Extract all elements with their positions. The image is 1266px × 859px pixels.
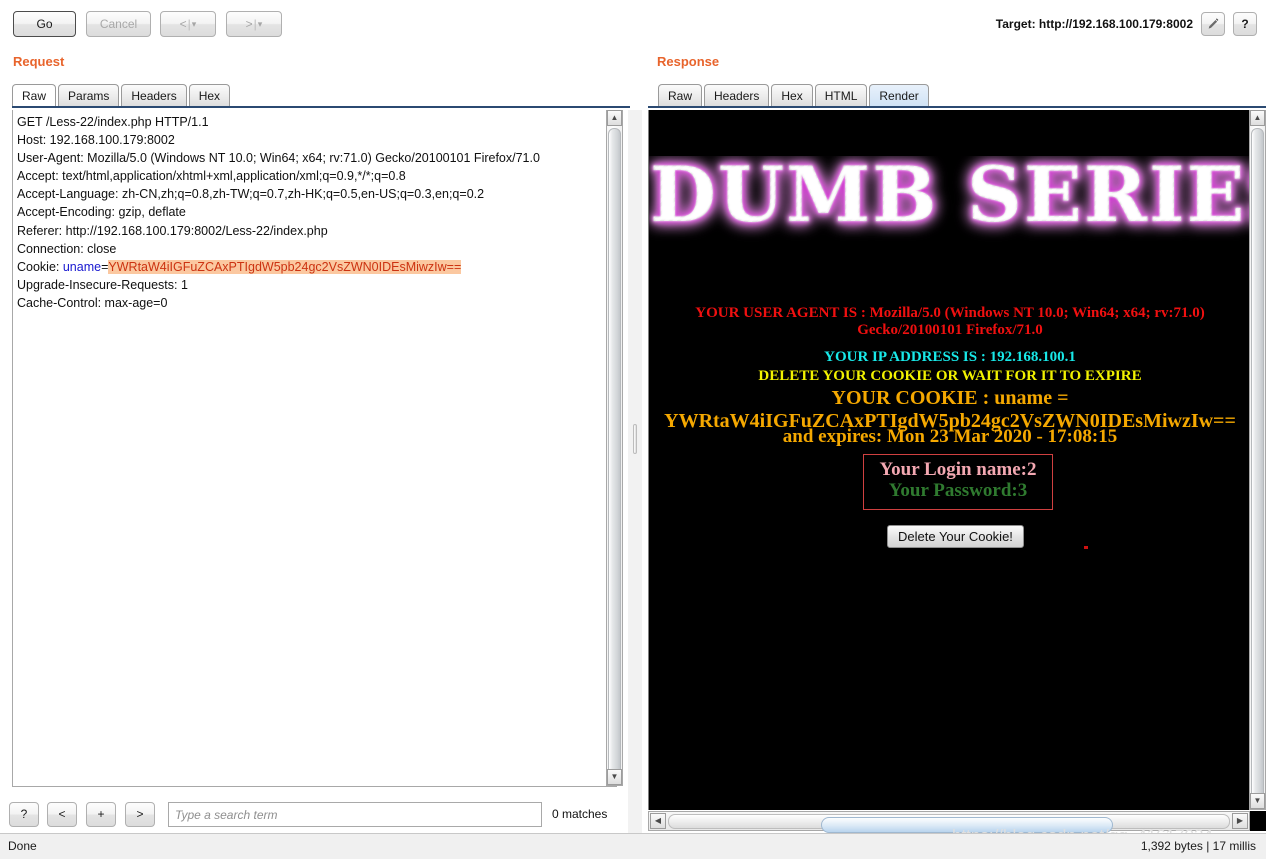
chevron-down-icon[interactable]: ▾ [258, 12, 263, 36]
request-tab-underline [12, 106, 630, 108]
request-raw-text: GET /Less-22/index.php HTTP/1.1 Host: 19… [17, 113, 616, 312]
cookie-param-name: uname [62, 259, 102, 274]
edit-target-button[interactable] [1201, 12, 1225, 36]
response-render-view[interactable]: DUMB SERIES YOUR USER AGENT IS : Mozilla… [648, 110, 1251, 810]
target-label: Target: http://192.168.100.179:8002 [995, 17, 1193, 31]
chevron-down-icon[interactable]: ▾ [192, 12, 197, 36]
status-bar: Done 1,392 bytes | 17 millis [0, 833, 1266, 859]
search-add-button[interactable]: + [86, 802, 116, 827]
tab-response-hex[interactable]: Hex [771, 84, 813, 107]
request-section-title: Request [13, 54, 65, 69]
go-button[interactable]: Go [13, 11, 76, 37]
forward-button[interactable]: >|▾ [226, 11, 282, 37]
dumb-series-banner: DUMB SERIES [649, 156, 1251, 244]
request-headers-post: Upgrade-Insecure-Requests: 1 Cache-Contr… [17, 277, 188, 310]
forward-arrow-icon: > [245, 17, 253, 31]
pane-splitter[interactable] [628, 110, 642, 850]
search-next-button[interactable]: > [125, 802, 155, 827]
response-size-text: 1,392 bytes | 17 millis [1140, 839, 1256, 853]
login-name-text: Your Login name:2 [879, 459, 1037, 480]
back-arrow-icon: < [179, 17, 187, 31]
cookie-expires-line: and expires: Mon 23 Mar 2020 - 17:08:15 [782, 426, 1118, 447]
login-password-text: Your Password:3 [888, 480, 1028, 502]
pencil-icon [1208, 18, 1218, 29]
tab-request-hex[interactable]: Hex [188, 84, 231, 107]
scroll-down-icon[interactable]: ▼ [607, 769, 622, 785]
scroll-left-icon[interactable]: ◀ [650, 813, 666, 829]
tab-request-raw[interactable]: Raw [12, 84, 57, 107]
cookie-param-value: YWRtaW4iIGFuZCAxPTIgdW5pb24gc2VsZWN0IDEs… [108, 259, 462, 274]
response-tab-underline [648, 106, 1266, 108]
response-scroll-thumb[interactable] [1251, 128, 1264, 806]
status-text: Done [8, 839, 37, 853]
delete-cookie-notice: DELETE YOUR COOKIE OR WAIT FOR IT TO EXP… [758, 368, 1142, 384]
response-scroll-down-icon[interactable]: ▼ [1250, 793, 1265, 809]
tab-request-params[interactable]: Params [58, 84, 120, 107]
tab-response-render[interactable]: Render [869, 84, 929, 107]
tab-response-raw[interactable]: Raw [658, 84, 703, 107]
search-input[interactable] [168, 802, 542, 827]
tab-response-headers[interactable]: Headers [704, 84, 770, 107]
response-tabs: Raw Headers Hex HTML Render [658, 84, 931, 108]
tab-response-html[interactable]: HTML [814, 84, 868, 107]
request-vertical-scrollbar[interactable]: ▲ ▼ [606, 110, 623, 786]
back-button[interactable]: <|▾ [160, 11, 216, 37]
request-tabs: Raw Params Headers Hex [12, 84, 232, 108]
scrollbar-corner [1250, 811, 1266, 831]
banner-text: DUMB SERIES [650, 156, 1251, 239]
scroll-up-icon[interactable]: ▲ [607, 110, 622, 126]
login-result-box: Your Login name:2 Your Password:3 [863, 454, 1053, 510]
cancel-button[interactable]: Cancel [86, 11, 151, 37]
search-help-button[interactable]: ? [9, 802, 39, 827]
user-agent-line: YOUR USER AGENT IS : Mozilla/5.0 (Window… [695, 305, 1205, 339]
ip-address-line: YOUR IP ADDRESS IS : 192.168.100.1 [824, 349, 1076, 365]
response-scroll-up-icon[interactable]: ▲ [1250, 110, 1265, 126]
request-headers-pre: GET /Less-22/index.php HTTP/1.1 Host: 19… [17, 115, 540, 274]
search-match-count: 0 matches [552, 807, 608, 821]
help-button[interactable]: ? [1233, 12, 1257, 36]
response-vertical-scrollbar[interactable]: ▲ ▼ [1249, 110, 1266, 810]
splitter-grip[interactable] [633, 424, 637, 454]
delete-your-cookie-button[interactable]: Delete Your Cookie! [887, 525, 1024, 548]
request-editor[interactable]: GET /Less-22/index.php HTTP/1.1 Host: 19… [12, 110, 617, 787]
top-toolbar: Go Cancel <|▾ >|▾ Target: http://192.168… [0, 0, 1266, 44]
red-dot-marker [1084, 546, 1088, 549]
search-prev-button[interactable]: < [47, 802, 77, 827]
response-section-title: Response [657, 54, 720, 69]
request-scroll-thumb[interactable] [608, 128, 621, 782]
tab-request-headers[interactable]: Headers [121, 84, 187, 107]
